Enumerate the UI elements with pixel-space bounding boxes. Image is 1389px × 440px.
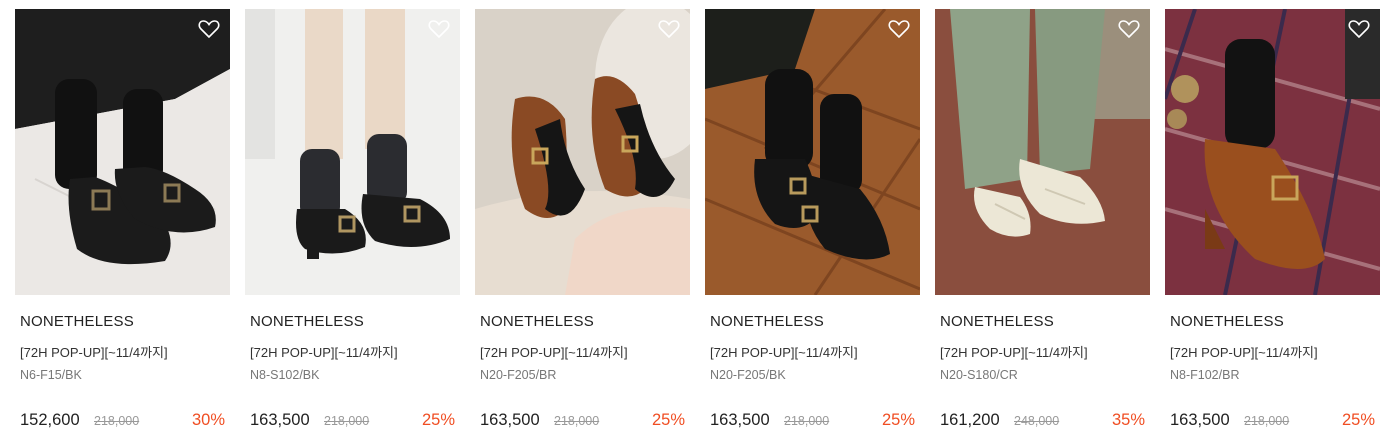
product-card[interactable]: NONETHELESS [72H POP-UP][~11/4까지] N20-S1… xyxy=(935,9,1150,439)
sale-price: 163,500 xyxy=(1170,411,1230,429)
sale-price: 161,200 xyxy=(940,411,1000,429)
wishlist-heart-icon[interactable] xyxy=(428,19,450,39)
product-title[interactable]: [72H POP-UP][~11/4까지] xyxy=(480,342,628,361)
sale-price: 163,500 xyxy=(250,411,310,429)
product-title[interactable]: [72H POP-UP][~11/4까지] xyxy=(1170,342,1318,361)
original-price: 218,000 xyxy=(94,414,140,428)
product-code: N8-S102/BK xyxy=(250,368,320,382)
product-code: N6-F15/BK xyxy=(20,368,82,382)
product-brand[interactable]: NONETHELESS xyxy=(20,313,134,330)
wishlist-heart-icon[interactable] xyxy=(888,19,910,39)
product-image[interactable] xyxy=(705,9,920,295)
product-image[interactable] xyxy=(475,9,690,295)
sale-price: 152,600 xyxy=(20,411,80,429)
wishlist-heart-icon[interactable] xyxy=(1348,19,1370,39)
product-brand[interactable]: NONETHELESS xyxy=(940,313,1054,330)
product-grid: NONETHELESS [72H POP-UP][~11/4까지] N6-F15… xyxy=(0,0,1389,440)
wishlist-heart-icon[interactable] xyxy=(1118,19,1140,39)
product-code: N20-S180/CR xyxy=(940,368,1018,382)
original-price: 248,000 xyxy=(1014,414,1060,428)
original-price: 218,000 xyxy=(1244,414,1290,428)
product-brand[interactable]: NONETHELESS xyxy=(710,313,824,330)
product-image[interactable] xyxy=(15,9,230,295)
product-card[interactable]: NONETHELESS [72H POP-UP][~11/4까지] N8-F10… xyxy=(1165,9,1380,439)
discount-rate: 25% xyxy=(1341,411,1375,429)
discount-rate: 25% xyxy=(421,411,455,429)
product-code: N20-F205/BR xyxy=(480,368,557,382)
sale-price: 163,500 xyxy=(710,411,770,429)
discount-rate: 30% xyxy=(191,411,225,429)
product-brand[interactable]: NONETHELESS xyxy=(1170,313,1284,330)
product-title[interactable]: [72H POP-UP][~11/4까지] xyxy=(710,342,858,361)
product-card[interactable]: NONETHELESS [72H POP-UP][~11/4까지] N6-F15… xyxy=(15,9,230,439)
product-code: N20-F205/BK xyxy=(710,368,786,382)
product-image[interactable] xyxy=(245,9,460,295)
product-card[interactable]: NONETHELESS [72H POP-UP][~11/4까지] N8-S10… xyxy=(245,9,460,439)
discount-rate: 25% xyxy=(881,411,915,429)
discount-rate: 35% xyxy=(1111,411,1145,429)
original-price: 218,000 xyxy=(554,414,600,428)
product-title[interactable]: [72H POP-UP][~11/4까지] xyxy=(940,342,1088,361)
wishlist-heart-icon[interactable] xyxy=(198,19,220,39)
product-title[interactable]: [72H POP-UP][~11/4까지] xyxy=(20,342,168,361)
product-card[interactable]: NONETHELESS [72H POP-UP][~11/4까지] N20-F2… xyxy=(705,9,920,439)
original-price: 218,000 xyxy=(784,414,830,428)
product-title[interactable]: [72H POP-UP][~11/4까지] xyxy=(250,342,398,361)
discount-rate: 25% xyxy=(651,411,685,429)
product-card[interactable]: NONETHELESS [72H POP-UP][~11/4까지] N20-F2… xyxy=(475,9,690,439)
product-image[interactable] xyxy=(935,9,1150,295)
sale-price: 163,500 xyxy=(480,411,540,429)
product-image[interactable] xyxy=(1165,9,1380,295)
product-brand[interactable]: NONETHELESS xyxy=(250,313,364,330)
original-price: 218,000 xyxy=(324,414,370,428)
product-code: N8-F102/BR xyxy=(1170,368,1240,382)
wishlist-heart-icon[interactable] xyxy=(658,19,680,39)
product-brand[interactable]: NONETHELESS xyxy=(480,313,594,330)
